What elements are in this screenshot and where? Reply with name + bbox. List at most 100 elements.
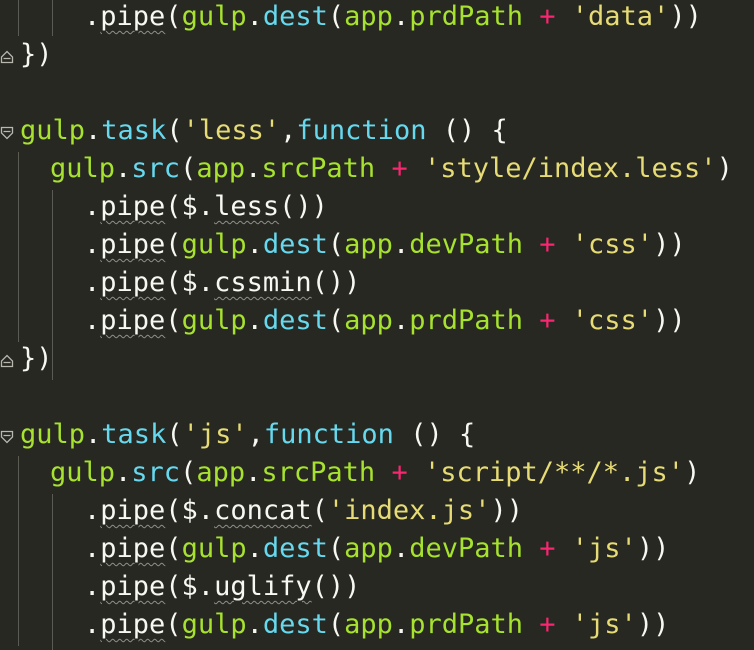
code-token: gulp — [181, 305, 247, 336]
code-token: app — [344, 609, 393, 640]
code-token: + — [523, 533, 572, 564]
code-token: . — [246, 305, 263, 336]
code-token: pipe — [100, 1, 166, 32]
code-token: less — [214, 191, 280, 222]
code-token: ( — [165, 609, 182, 640]
code-token: dest — [262, 1, 328, 32]
code-token: 'css' — [571, 229, 654, 260]
code-token: . — [245, 457, 262, 488]
code-token: app — [344, 533, 393, 564]
code-token: ( — [180, 457, 197, 488]
fold-end-icon[interactable] — [0, 354, 14, 368]
code-token: + — [523, 229, 572, 260]
code-token: src — [131, 457, 181, 488]
indent-guide — [52, 494, 53, 650]
code-token: 'style/index.less' — [423, 153, 717, 184]
code-token: pipe — [100, 533, 166, 564]
code-token: dest — [262, 609, 328, 640]
code-token: . — [84, 495, 101, 526]
code-token: ( — [180, 153, 197, 184]
code-token: . — [84, 191, 101, 222]
code-token: pipe — [100, 191, 166, 222]
code-token: + — [523, 609, 572, 640]
code-token: . — [84, 571, 101, 602]
code-line-text: .pipe(gulp.dest(app.prdPath + 'js')) — [84, 606, 669, 644]
code-token: . — [84, 1, 101, 32]
code-token: ( — [327, 1, 345, 32]
code-token: app — [196, 457, 246, 488]
code-token: + — [523, 1, 572, 32]
code-token: cssmin — [214, 267, 312, 298]
code-token: + — [375, 457, 424, 488]
code-token: ( — [165, 229, 182, 260]
code-token: 'js' — [182, 419, 248, 450]
code-token: pipe — [100, 267, 166, 298]
code-line-text: gulp.src(app.srcPath + 'style/index.less… — [50, 150, 733, 188]
code-token: ()) — [311, 571, 361, 602]
code-line-text: .pipe(gulp.dest(app.prdPath + 'data')) — [84, 0, 702, 36]
code-token: + — [523, 305, 572, 336]
code-token: pipe — [100, 609, 166, 640]
code-token: uglify — [214, 571, 312, 602]
code-token: . — [84, 305, 101, 336]
code-line-text: gulp.src(app.srcPath + 'script/**/*.js') — [50, 454, 700, 492]
code-token: 'data' — [571, 1, 670, 32]
code-token: () { — [426, 115, 508, 146]
code-token: . — [246, 609, 263, 640]
code-token: ( — [311, 495, 328, 526]
code-token: concat — [214, 495, 312, 526]
code-token: )) — [636, 609, 670, 640]
fold-open-icon[interactable] — [0, 430, 14, 444]
code-token: , — [280, 115, 297, 146]
code-token: ($. — [165, 571, 215, 602]
code-token: devPath — [409, 229, 523, 260]
code-token: . — [84, 267, 101, 298]
code-token: task — [101, 419, 167, 450]
code-token: app — [344, 305, 393, 336]
code-token: ( — [327, 305, 345, 336]
fold-end-icon[interactable] — [0, 50, 14, 64]
code-token: pipe — [100, 571, 166, 602]
code-token: () { — [393, 419, 476, 450]
code-token: gulp — [20, 419, 86, 450]
code-token: . — [392, 533, 410, 564]
code-token: )) — [669, 1, 702, 32]
code-token: )) — [490, 495, 523, 526]
code-token: 'js' — [571, 609, 637, 640]
code-token: 'script/**/*.js' — [423, 457, 685, 488]
code-line-text: gulp.task('js',function () { — [20, 416, 475, 454]
code-token: ( — [166, 115, 183, 146]
code-token: . — [246, 533, 263, 564]
code-token: . — [115, 153, 132, 184]
code-token: ($. — [165, 267, 215, 298]
code-token: ( — [165, 305, 182, 336]
code-token: . — [392, 229, 410, 260]
code-token: )) — [653, 305, 686, 336]
code-token: pipe — [100, 495, 166, 526]
code-token: . — [245, 153, 262, 184]
code-editor[interactable]: .pipe(gulp.dest(app.prdPath + 'data'))})… — [0, 0, 754, 650]
code-token: dest — [262, 533, 328, 564]
code-token: gulp — [20, 115, 86, 146]
code-token: gulp — [50, 457, 116, 488]
code-token: . — [115, 457, 132, 488]
code-token: )) — [636, 533, 670, 564]
indent-guide — [18, 152, 19, 342]
code-token: prdPath — [409, 1, 523, 32]
code-token: 'js' — [571, 533, 637, 564]
code-line-text: .pipe($.cssmin()) — [84, 264, 360, 302]
code-token: pipe — [100, 229, 166, 260]
indent-guide — [18, 456, 19, 646]
code-token: ( — [327, 609, 345, 640]
code-token: dest — [262, 229, 328, 260]
code-token: ( — [165, 533, 182, 564]
code-line-text: }) — [20, 36, 53, 74]
code-token: 'css' — [571, 305, 654, 336]
code-token: . — [392, 1, 410, 32]
code-token: ()) — [279, 191, 328, 222]
code-line-text: .pipe(gulp.dest(app.devPath + 'css')) — [84, 226, 686, 264]
code-token: ) — [716, 153, 733, 184]
code-token: + — [375, 153, 424, 184]
fold-open-icon[interactable] — [0, 126, 14, 140]
code-token: ) — [684, 457, 701, 488]
